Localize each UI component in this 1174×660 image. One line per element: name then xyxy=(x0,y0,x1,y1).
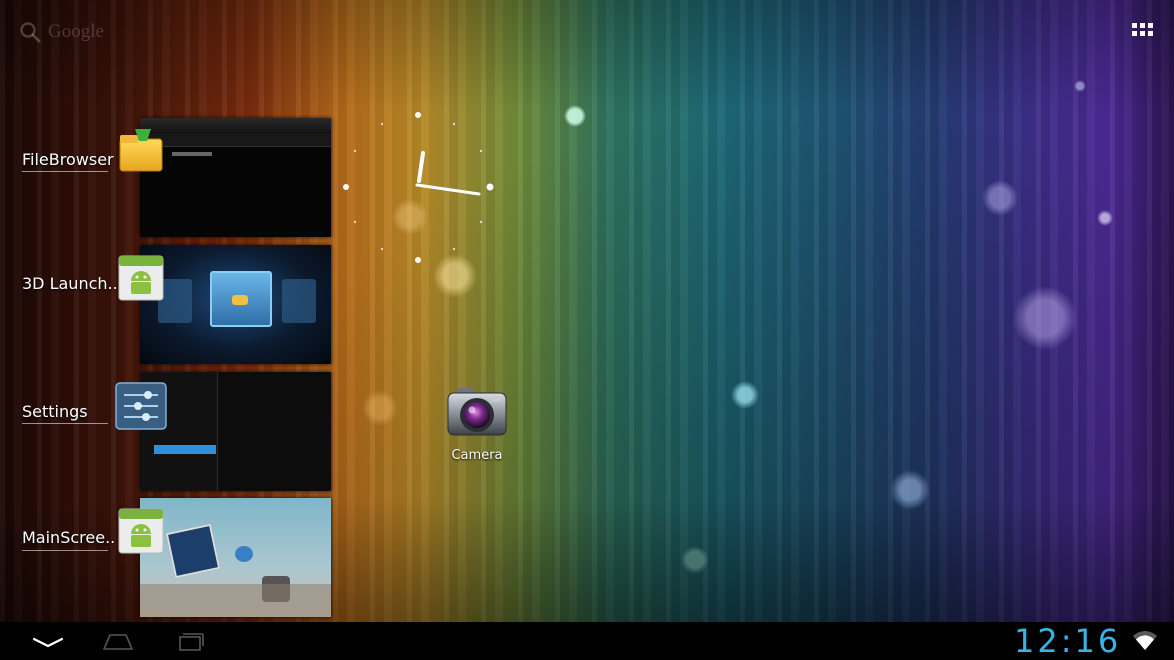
camera-label: Camera xyxy=(451,448,503,463)
analog-clock-widget[interactable] xyxy=(341,109,501,269)
recent-app-underline xyxy=(22,550,108,551)
recent-app-thumbnail xyxy=(140,245,331,364)
settings-sliders-icon xyxy=(115,382,167,430)
recent-app-mainscreen[interactable]: MainScree.. xyxy=(0,497,340,619)
google-search-bar[interactable]: Google xyxy=(18,19,104,45)
recent-app-label: 3D Launch.. xyxy=(22,274,118,293)
recent-app-settings[interactable]: Settings xyxy=(0,371,340,493)
status-time[interactable]: 12:16 xyxy=(1014,623,1121,659)
folder-icon xyxy=(119,129,163,172)
all-apps-icon[interactable] xyxy=(1128,18,1158,48)
android-home-screen: Google Camera FileBrowser 3D Launch.. Se… xyxy=(0,0,1174,660)
camera-icon xyxy=(447,388,507,436)
recent-app-filebrowser[interactable]: FileBrowser xyxy=(0,115,340,237)
system-navigation-bar: 12:16 xyxy=(0,622,1174,660)
wifi-icon[interactable] xyxy=(1132,630,1158,652)
recent-app-label: MainScree.. xyxy=(22,528,116,547)
back-icon[interactable] xyxy=(30,630,66,652)
recent-app-underline xyxy=(22,171,108,172)
home-icon[interactable] xyxy=(98,629,138,653)
recent-app-label: FileBrowser xyxy=(22,150,114,169)
clock-hour-hand xyxy=(417,151,425,183)
clock-minute-hand xyxy=(415,183,481,196)
android-icon xyxy=(118,508,164,554)
search-label: Google xyxy=(48,21,104,42)
recent-app-underline xyxy=(22,423,108,424)
search-icon xyxy=(20,22,41,43)
recent-apps-icon[interactable] xyxy=(172,630,208,652)
recent-app-thumbnail xyxy=(140,118,331,237)
android-icon xyxy=(118,255,164,301)
recent-app-3d-launcher[interactable]: 3D Launch.. xyxy=(0,244,340,366)
recent-app-thumbnail xyxy=(140,498,331,617)
recent-app-thumbnail xyxy=(140,372,331,491)
recent-app-label: Settings xyxy=(22,402,88,421)
camera-shortcut[interactable]: Camera xyxy=(440,382,514,472)
